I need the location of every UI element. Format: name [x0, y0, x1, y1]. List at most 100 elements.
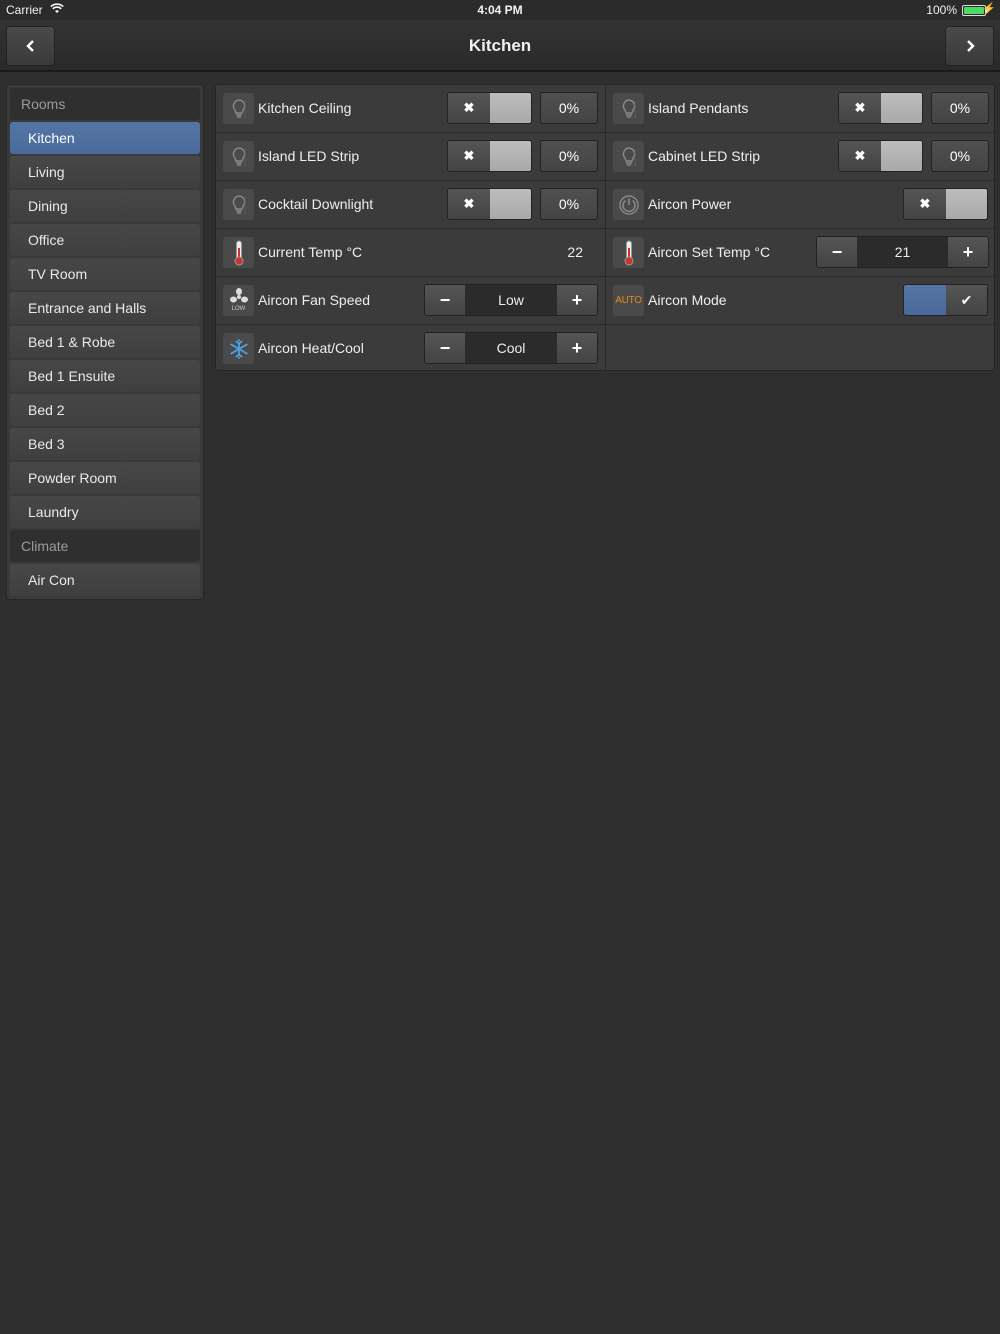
cabinet-led-strip-level[interactable]: 0%	[931, 140, 989, 172]
decrement-button[interactable]: −	[425, 333, 465, 363]
stepper-value: Low	[465, 285, 557, 315]
bulb-icon	[223, 93, 254, 124]
aircon-mode-toggle[interactable]: ✔	[903, 284, 988, 316]
toggle-knob	[904, 285, 946, 315]
close-icon: ✖	[448, 141, 490, 171]
sidebar-item-kitchen[interactable]: Kitchen	[10, 122, 200, 154]
aircon-heat-cool-stepper: − Cool +	[424, 332, 598, 364]
aircon-fan-speed-stepper: − Low +	[424, 284, 598, 316]
bulb-icon	[613, 141, 644, 172]
aircon-set-temp-stepper: − 21 +	[816, 236, 989, 268]
control-row: Aircon Heat/Cool − Cool +	[216, 325, 994, 373]
increment-button[interactable]: +	[557, 285, 597, 315]
check-icon: ✔	[946, 285, 987, 315]
control-label: Cabinet LED Strip	[648, 148, 761, 164]
kitchen-ceiling-level[interactable]: 0%	[540, 92, 598, 124]
control-label: Aircon Set Temp °C	[648, 244, 771, 260]
control-label: Aircon Power	[648, 196, 732, 212]
fan-icon: LOW	[223, 285, 254, 316]
toggle-knob	[881, 93, 922, 123]
control-label: Kitchen Ceiling	[258, 100, 352, 116]
rooms-header: Rooms	[10, 88, 200, 120]
current-temp-control: Current Temp °C 22	[216, 229, 605, 276]
toggle-knob	[490, 93, 531, 123]
control-label: Current Temp °C	[258, 244, 363, 260]
aircon-set-temp-control: Aircon Set Temp °C − 21 +	[605, 229, 994, 276]
control-row: Kitchen Ceiling ✖ 0% Island Pendants ✖ 0…	[216, 85, 994, 133]
control-row: Island LED Strip ✖ 0% Cabinet LED Strip …	[216, 133, 994, 181]
decrement-button[interactable]: −	[425, 285, 465, 315]
auto-mode-text: AUTO	[615, 295, 642, 306]
cocktail-downlight-toggle[interactable]: ✖	[447, 188, 532, 220]
page-title: Kitchen	[468, 36, 532, 55]
island-led-strip-toggle[interactable]: ✖	[447, 140, 532, 172]
sidebar-item-powder-room[interactable]: Powder Room	[10, 462, 200, 494]
control-label: Aircon Mode	[648, 292, 727, 308]
toggle-knob	[490, 141, 531, 171]
bulb-icon	[223, 189, 254, 220]
thermometer-icon	[613, 237, 644, 268]
toggle-knob	[881, 141, 922, 171]
aircon-power-toggle[interactable]: ✖	[903, 188, 988, 220]
sidebar-item-bed3[interactable]: Bed 3	[10, 428, 200, 460]
aircon-fan-speed-control: LOW Aircon Fan Speed − Low +	[216, 277, 605, 324]
island-pendants-control: Island Pendants ✖ 0%	[605, 85, 994, 132]
current-temp-value: 22	[567, 244, 583, 260]
aircon-mode-control: AUTO Aircon Mode ✔	[605, 277, 994, 324]
toggle-knob	[490, 189, 531, 219]
sidebar-item-office[interactable]: Office	[10, 224, 200, 256]
increment-button[interactable]: +	[557, 333, 597, 363]
control-label: Island LED Strip	[258, 148, 360, 164]
control-label: Aircon Heat/Cool	[258, 340, 364, 356]
control-row: Current Temp °C 22 Aircon Set Temp °C − …	[216, 229, 994, 277]
forward-button[interactable]	[945, 26, 994, 66]
chevron-right-icon	[966, 40, 975, 52]
island-led-strip-control: Island LED Strip ✖ 0%	[216, 133, 605, 180]
increment-button[interactable]: +	[948, 237, 988, 267]
sidebar-item-laundry[interactable]: Laundry	[10, 496, 200, 528]
sidebar-item-entrance-halls[interactable]: Entrance and Halls	[10, 292, 200, 324]
sidebar-item-bed1-ensuite[interactable]: Bed 1 Ensuite	[10, 360, 200, 392]
control-label: Aircon Fan Speed	[258, 292, 371, 308]
control-label: Island Pendants	[648, 100, 749, 116]
sidebar-item-living[interactable]: Living	[10, 156, 200, 188]
close-icon: ✖	[448, 93, 490, 123]
navigation-bar: Kitchen	[0, 20, 1000, 72]
sidebar: Rooms Kitchen Living Dining Office TV Ro…	[6, 84, 204, 600]
island-led-strip-level[interactable]: 0%	[540, 140, 598, 172]
control-label: Cocktail Downlight	[258, 196, 374, 212]
bulb-icon	[613, 93, 644, 124]
sidebar-item-tv-room[interactable]: TV Room	[10, 258, 200, 290]
island-pendants-toggle[interactable]: ✖	[838, 92, 923, 124]
sidebar-item-air-con[interactable]: Air Con	[10, 564, 200, 596]
cabinet-led-strip-toggle[interactable]: ✖	[838, 140, 923, 172]
sidebar-item-bed2[interactable]: Bed 2	[10, 394, 200, 426]
bulb-icon	[223, 141, 254, 172]
thermometer-icon	[223, 237, 254, 268]
cabinet-led-strip-control: Cabinet LED Strip ✖ 0%	[605, 133, 994, 180]
empty-cell	[605, 325, 994, 372]
fan-speed-caption: LOW	[231, 306, 246, 312]
cocktail-downlight-level[interactable]: 0%	[540, 188, 598, 220]
decrement-button[interactable]: −	[817, 237, 857, 267]
cocktail-downlight-control: Cocktail Downlight ✖ 0%	[216, 181, 605, 228]
battery-percent: 100%	[926, 3, 957, 17]
clock: 4:04 PM	[477, 3, 523, 17]
close-icon: ✖	[904, 189, 946, 219]
close-icon: ✖	[448, 189, 490, 219]
climate-header: Climate	[10, 530, 200, 562]
status-bar: Carrier 4:04 PM 100% ⚡	[0, 0, 1000, 20]
island-pendants-level[interactable]: 0%	[931, 92, 989, 124]
toggle-knob	[946, 189, 987, 219]
sidebar-item-bed1-robe[interactable]: Bed 1 & Robe	[10, 326, 200, 358]
stepper-value: Cool	[465, 333, 557, 363]
aircon-power-control: Aircon Power ✖	[605, 181, 994, 228]
close-icon: ✖	[839, 141, 881, 171]
close-icon: ✖	[839, 93, 881, 123]
kitchen-ceiling-toggle[interactable]: ✖	[447, 92, 532, 124]
auto-mode-icon: AUTO	[613, 285, 644, 316]
power-icon	[613, 189, 644, 220]
snowflake-icon	[223, 333, 254, 364]
kitchen-ceiling-control: Kitchen Ceiling ✖ 0%	[216, 85, 605, 132]
sidebar-item-dining[interactable]: Dining	[10, 190, 200, 222]
